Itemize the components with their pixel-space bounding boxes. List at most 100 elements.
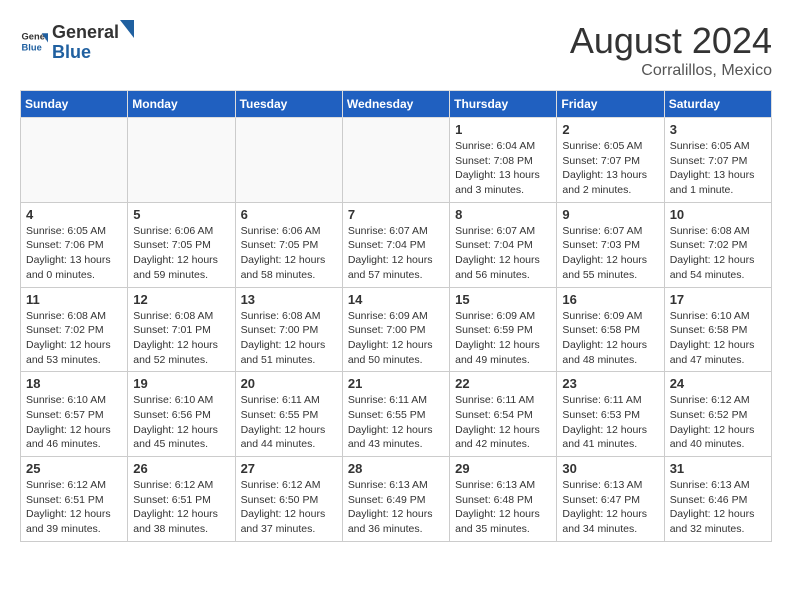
day-header-sunday: Sunday bbox=[21, 91, 128, 118]
logo-triangle-icon bbox=[120, 20, 134, 38]
day-number: 28 bbox=[348, 461, 444, 476]
week-row-1: 1Sunrise: 6:04 AMSunset: 7:08 PMDaylight… bbox=[21, 118, 772, 203]
day-header-saturday: Saturday bbox=[664, 91, 771, 118]
calendar-cell bbox=[235, 118, 342, 203]
day-number: 6 bbox=[241, 207, 337, 222]
day-info: Sunrise: 6:07 AMSunset: 7:04 PMDaylight:… bbox=[348, 224, 444, 283]
calendar-cell: 25Sunrise: 6:12 AMSunset: 6:51 PMDayligh… bbox=[21, 457, 128, 542]
day-info: Sunrise: 6:08 AMSunset: 7:02 PMDaylight:… bbox=[670, 224, 766, 283]
day-info: Sunrise: 6:08 AMSunset: 7:00 PMDaylight:… bbox=[241, 309, 337, 368]
day-info: Sunrise: 6:11 AMSunset: 6:53 PMDaylight:… bbox=[562, 393, 658, 452]
day-number: 31 bbox=[670, 461, 766, 476]
day-number: 22 bbox=[455, 376, 551, 391]
day-number: 24 bbox=[670, 376, 766, 391]
calendar-cell: 17 Sunrise: 6:10 AMSunset: 6:58 PMDayligh… bbox=[664, 287, 771, 372]
day-header-tuesday: Tuesday bbox=[235, 91, 342, 118]
day-info: Sunrise: 6:06 AMSunset: 7:05 PMDaylight:… bbox=[133, 224, 229, 283]
day-info: Sunrise: 6:10 AMSunset: 6:57 PMDaylight:… bbox=[26, 393, 122, 452]
calendar-cell: 30 Sunrise: 6:13 AMSunset: 6:47 PMDayligh… bbox=[557, 457, 664, 542]
calendar-cell: 18 Sunrise: 6:10 AMSunset: 6:57 PMDayligh… bbox=[21, 372, 128, 457]
calendar-cell: 26Sunrise: 6:12 AMSunset: 6:51 PMDayligh… bbox=[128, 457, 235, 542]
day-info: Sunrise: 6:12 AMSunset: 6:50 PMDaylight:… bbox=[241, 478, 337, 537]
calendar-cell: 1Sunrise: 6:04 AMSunset: 7:08 PMDaylight… bbox=[450, 118, 557, 203]
calendar-cell: 24 Sunrise: 6:12 AMSunset: 6:52 PMDayligh… bbox=[664, 372, 771, 457]
day-number: 12 bbox=[133, 292, 229, 307]
day-number: 13 bbox=[241, 292, 337, 307]
day-info: Sunrise: 6:10 AMSunset: 6:58 PMDaylight:… bbox=[670, 309, 766, 368]
day-number: 2 bbox=[562, 122, 658, 137]
day-info: Sunrise: 6:12 AMSunset: 6:52 PMDaylight:… bbox=[670, 393, 766, 452]
week-row-3: 11 Sunrise: 6:08 AMSunset: 7:02 PMDayligh… bbox=[21, 287, 772, 372]
day-info: Sunrise: 6:08 AMSunset: 7:01 PMDaylight:… bbox=[133, 309, 229, 368]
calendar-cell: 14Sunrise: 6:09 AMSunset: 7:00 PMDayligh… bbox=[342, 287, 449, 372]
calendar-cell: 28 Sunrise: 6:13 AMSunset: 6:49 PMDayligh… bbox=[342, 457, 449, 542]
calendar-cell: 4 Sunrise: 6:05 AMSunset: 7:06 PMDaylight… bbox=[21, 202, 128, 287]
day-info: Sunrise: 6:05 AMSunset: 7:06 PMDaylight:… bbox=[26, 224, 122, 283]
day-number: 17 bbox=[670, 292, 766, 307]
day-info: Sunrise: 6:09 AMSunset: 7:00 PMDaylight:… bbox=[348, 309, 444, 368]
calendar-cell: 21Sunrise: 6:11 AMSunset: 6:55 PMDayligh… bbox=[342, 372, 449, 457]
day-number: 16 bbox=[562, 292, 658, 307]
logo-blue-text: Blue bbox=[52, 42, 91, 62]
day-header-thursday: Thursday bbox=[450, 91, 557, 118]
day-info: Sunrise: 6:11 AMSunset: 6:55 PMDaylight:… bbox=[348, 393, 444, 452]
day-number: 19 bbox=[133, 376, 229, 391]
day-info: Sunrise: 6:11 AMSunset: 6:54 PMDaylight:… bbox=[455, 393, 551, 452]
location-subtitle: Corralillos, Mexico bbox=[570, 62, 772, 80]
day-number: 10 bbox=[670, 207, 766, 222]
day-info: Sunrise: 6:13 AMSunset: 6:49 PMDaylight:… bbox=[348, 478, 444, 537]
calendar-cell: 29 Sunrise: 6:13 AMSunset: 6:48 PMDayligh… bbox=[450, 457, 557, 542]
day-number: 29 bbox=[455, 461, 551, 476]
calendar-cell: 15 Sunrise: 6:09 AMSunset: 6:59 PMDayligh… bbox=[450, 287, 557, 372]
logo-icon: General Blue bbox=[20, 27, 48, 55]
day-number: 5 bbox=[133, 207, 229, 222]
day-header-wednesday: Wednesday bbox=[342, 91, 449, 118]
calendar-cell: 12 Sunrise: 6:08 AMSunset: 7:01 PMDayligh… bbox=[128, 287, 235, 372]
day-info: Sunrise: 6:13 AMSunset: 6:47 PMDaylight:… bbox=[562, 478, 658, 537]
calendar-cell: 2 Sunrise: 6:05 AMSunset: 7:07 PMDaylight… bbox=[557, 118, 664, 203]
day-info: Sunrise: 6:07 AMSunset: 7:03 PMDaylight:… bbox=[562, 224, 658, 283]
day-info: Sunrise: 6:04 AMSunset: 7:08 PMDaylight:… bbox=[455, 139, 551, 198]
page-header: General Blue General Blue August 2024 Co… bbox=[20, 20, 772, 80]
day-number: 15 bbox=[455, 292, 551, 307]
day-info: Sunrise: 6:12 AMSunset: 6:51 PMDaylight:… bbox=[133, 478, 229, 537]
day-info: Sunrise: 6:09 AMSunset: 6:58 PMDaylight:… bbox=[562, 309, 658, 368]
calendar-cell: 9 Sunrise: 6:07 AMSunset: 7:03 PMDaylight… bbox=[557, 202, 664, 287]
day-number: 27 bbox=[241, 461, 337, 476]
calendar-cell: 10 Sunrise: 6:08 AMSunset: 7:02 PMDayligh… bbox=[664, 202, 771, 287]
title-block: August 2024 Corralillos, Mexico bbox=[570, 20, 772, 80]
calendar-cell: 13 Sunrise: 6:08 AMSunset: 7:00 PMDayligh… bbox=[235, 287, 342, 372]
day-number: 18 bbox=[26, 376, 122, 391]
day-number: 7 bbox=[348, 207, 444, 222]
calendar-cell: 6Sunrise: 6:06 AMSunset: 7:05 PMDaylight… bbox=[235, 202, 342, 287]
day-number: 4 bbox=[26, 207, 122, 222]
day-info: Sunrise: 6:10 AMSunset: 6:56 PMDaylight:… bbox=[133, 393, 229, 452]
day-info: Sunrise: 6:05 AMSunset: 7:07 PMDaylight:… bbox=[562, 139, 658, 198]
day-info: Sunrise: 6:07 AMSunset: 7:04 PMDaylight:… bbox=[455, 224, 551, 283]
day-info: Sunrise: 6:09 AMSunset: 6:59 PMDaylight:… bbox=[455, 309, 551, 368]
calendar-table: SundayMondayTuesdayWednesdayThursdayFrid… bbox=[20, 90, 772, 542]
day-number: 20 bbox=[241, 376, 337, 391]
calendar-cell: 16 Sunrise: 6:09 AMSunset: 6:58 PMDayligh… bbox=[557, 287, 664, 372]
calendar-cell bbox=[342, 118, 449, 203]
calendar-cell: 19 Sunrise: 6:10 AMSunset: 6:56 PMDayligh… bbox=[128, 372, 235, 457]
month-year-title: August 2024 bbox=[570, 20, 772, 62]
day-number: 11 bbox=[26, 292, 122, 307]
day-number: 8 bbox=[455, 207, 551, 222]
day-header-friday: Friday bbox=[557, 91, 664, 118]
day-info: Sunrise: 6:12 AMSunset: 6:51 PMDaylight:… bbox=[26, 478, 122, 537]
day-number: 9 bbox=[562, 207, 658, 222]
day-info: Sunrise: 6:08 AMSunset: 7:02 PMDaylight:… bbox=[26, 309, 122, 368]
day-header-monday: Monday bbox=[128, 91, 235, 118]
week-row-5: 25Sunrise: 6:12 AMSunset: 6:51 PMDayligh… bbox=[21, 457, 772, 542]
calendar-cell: 27 Sunrise: 6:12 AMSunset: 6:50 PMDayligh… bbox=[235, 457, 342, 542]
day-info: Sunrise: 6:05 AMSunset: 7:07 PMDaylight:… bbox=[670, 139, 766, 198]
week-row-2: 4 Sunrise: 6:05 AMSunset: 7:06 PMDaylight… bbox=[21, 202, 772, 287]
day-info: Sunrise: 6:13 AMSunset: 6:48 PMDaylight:… bbox=[455, 478, 551, 537]
calendar-header-row: SundayMondayTuesdayWednesdayThursdayFrid… bbox=[21, 91, 772, 118]
calendar-cell: 8 Sunrise: 6:07 AMSunset: 7:04 PMDaylight… bbox=[450, 202, 557, 287]
calendar-cell: 23 Sunrise: 6:11 AMSunset: 6:53 PMDayligh… bbox=[557, 372, 664, 457]
day-number: 30 bbox=[562, 461, 658, 476]
day-number: 23 bbox=[562, 376, 658, 391]
day-number: 3 bbox=[670, 122, 766, 137]
